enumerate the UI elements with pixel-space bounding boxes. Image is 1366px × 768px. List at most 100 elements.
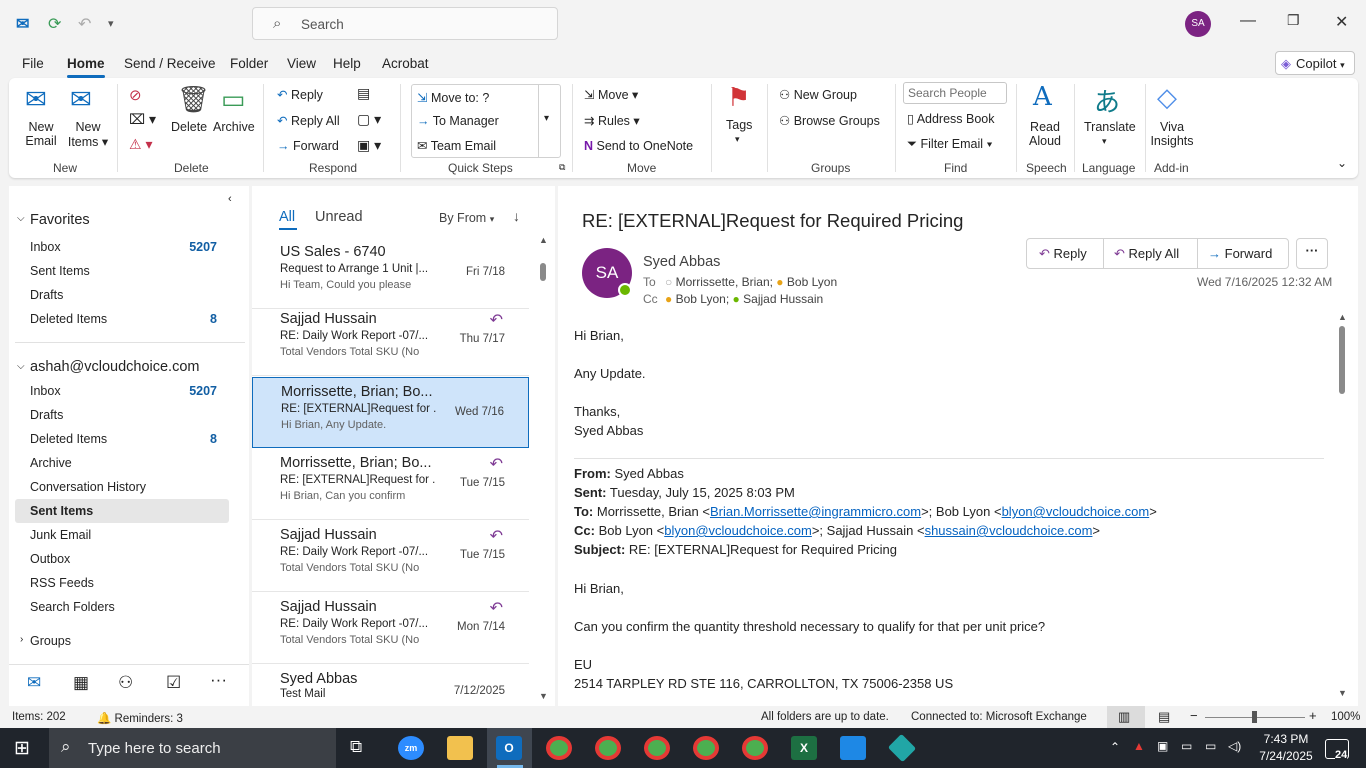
quick-step-to-manager[interactable]: → To Manager [417, 114, 499, 128]
account-avatar[interactable]: SA [1185, 11, 1211, 37]
new-email-button[interactable]: New Email [23, 120, 59, 148]
clock-date[interactable]: 7/24/2025 [1258, 749, 1314, 763]
new-group-button[interactable]: ⚇ New Group [779, 87, 857, 102]
reading-scrollbar[interactable]: ▲ ▼ [1336, 312, 1348, 702]
forward-button[interactable]: → Forward [277, 139, 339, 153]
reply-all-button[interactable]: ↶ Reply All [277, 113, 340, 128]
folder-inbox[interactable]: Inbox [30, 384, 61, 398]
folder-search-folders[interactable]: Search Folders [30, 600, 115, 614]
file-explorer-icon[interactable] [447, 736, 473, 760]
ribbon-collapse-icon[interactable]: ⌄ [1337, 156, 1347, 170]
taskbar-search[interactable]: ⌕ Type here to search [49, 728, 336, 768]
chrome-icon[interactable] [546, 736, 572, 760]
quick-step-move-to[interactable]: ⇲ Move to: ? [417, 90, 489, 105]
scroll-up-icon[interactable]: ▲ [1338, 312, 1347, 322]
acrobat-tray-icon[interactable]: ▲ [1133, 739, 1145, 753]
chrome-icon[interactable] [742, 736, 768, 760]
dialog-launcher-icon[interactable]: ⧉ [559, 162, 565, 173]
chevron-down-icon[interactable]: ⌵ [17, 213, 25, 224]
chevron-down-icon[interactable]: ⌵ [17, 361, 25, 372]
folder-deleted-items[interactable]: Deleted Items [30, 432, 107, 446]
windows-start-icon[interactable]: ⊞ [14, 737, 30, 760]
fav-inbox[interactable]: Inbox [30, 240, 61, 254]
quick-step-team-email[interactable]: ✉ Team Email [417, 138, 496, 153]
list-scrollbar[interactable]: ▲ ▼ [537, 235, 549, 705]
chrome-icon[interactable] [693, 736, 719, 760]
folder-drafts[interactable]: Drafts [30, 408, 63, 422]
sort-dropdown[interactable]: By From ▾ [439, 211, 494, 225]
message-item[interactable]: Morrissette, Brian; Bo... RE: [EXTERNAL]R… [252, 377, 529, 448]
forward-button[interactable]: → Forward [1197, 238, 1289, 269]
message-item[interactable]: Sajjad Hussain RE: Daily Work Report -07/… [252, 593, 529, 664]
fav-deleted-items[interactable]: Deleted Items [30, 312, 107, 326]
ignore-icon[interactable]: ⊘ [129, 86, 142, 104]
message-item[interactable]: Sajjad Hussain RE: Daily Work Report -07/… [252, 305, 529, 376]
chrome-icon[interactable] [644, 736, 670, 760]
menu-send-receive[interactable]: Send / Receive [124, 56, 216, 71]
copilot-button[interactable]: ◈ Copilot ▾ [1275, 51, 1355, 75]
groups-header[interactable]: Groups [30, 634, 71, 648]
translate-button[interactable]: Translate [1084, 120, 1136, 134]
message-item[interactable]: US Sales - 6740 Request to Arrange 1 Unit… [252, 238, 529, 309]
folder-junk-email[interactable]: Junk Email [30, 528, 91, 542]
calculator-icon[interactable] [840, 736, 866, 760]
excel-icon[interactable]: X [791, 736, 817, 760]
search-people-input[interactable]: Search People [903, 82, 1007, 104]
menu-folder[interactable]: Folder [230, 56, 268, 71]
outlook-taskbar-icon[interactable]: O [496, 736, 522, 760]
minimize-icon[interactable]: — [1240, 12, 1256, 30]
reading-view-icon[interactable]: ▤ [1158, 709, 1170, 725]
recipient[interactable]: Morrissette, Brian; [676, 275, 773, 289]
sync-icon[interactable]: ⟳ [48, 14, 61, 34]
folder-conversation-history[interactable]: Conversation History [30, 480, 146, 494]
zoom-out-icon[interactable]: − [1190, 708, 1198, 723]
email-link[interactable]: Brian.Morrissette@ingrammicro.com [710, 504, 921, 519]
meeting-icon[interactable]: ▤ [357, 85, 370, 102]
move-button[interactable]: ⇲ Move ▾ [584, 87, 638, 102]
more-apps-icon[interactable]: ··· [210, 670, 227, 690]
recipient[interactable]: Bob Lyon [787, 275, 837, 289]
collapse-pane-icon[interactable]: ‹ [228, 193, 232, 205]
scroll-down-icon[interactable]: ▼ [539, 691, 548, 701]
maximize-icon[interactable]: ❐ [1287, 12, 1300, 29]
undo-icon[interactable]: ↶ [78, 14, 91, 34]
zoom-slider-thumb[interactable] [1252, 711, 1257, 723]
scroll-thumb[interactable] [1339, 326, 1345, 394]
battery-icon[interactable]: ▭ [1181, 739, 1192, 753]
fav-sent-items[interactable]: Sent Items [30, 264, 90, 278]
reply-button[interactable]: ↶ Reply [1026, 238, 1104, 269]
scroll-up-icon[interactable]: ▲ [539, 235, 548, 245]
calendar-nav-icon[interactable]: ▦ [73, 673, 89, 693]
tags-button[interactable]: Tags [726, 118, 752, 132]
message-item[interactable]: Syed Abbas Test Mail 7/12/2025 [252, 665, 529, 706]
more-actions-button[interactable]: ··· [1296, 238, 1328, 269]
favorites-header[interactable]: Favorites [30, 212, 90, 228]
recipient[interactable]: Bob Lyon; [676, 292, 730, 306]
junk-icon[interactable]: ⚠ ▾ [129, 136, 152, 153]
tasks-nav-icon[interactable]: ☑ [166, 673, 181, 693]
gallery-expand-icon[interactable]: ▾ [544, 113, 549, 124]
close-icon[interactable]: ✕ [1335, 12, 1348, 32]
menu-acrobat[interactable]: Acrobat [382, 56, 429, 71]
tray-icon[interactable]: ▣ [1157, 739, 1168, 753]
email-link[interactable]: shussain@vcloudchoice.com [925, 523, 1093, 538]
show-hidden-icons[interactable]: ⌃ [1110, 740, 1120, 754]
rules-button[interactable]: ⇉ Rules ▾ [584, 113, 640, 128]
read-aloud-button[interactable]: Read Aloud [1025, 120, 1065, 148]
tab-all[interactable]: All [279, 209, 295, 225]
filter-email-button[interactable]: ⏷ Filter Email ▾ [907, 137, 993, 152]
message-item[interactable]: Morrissette, Brian; Bo... RE: [EXTERNAL]R… [252, 449, 529, 520]
scroll-down-icon[interactable]: ▼ [1338, 688, 1347, 698]
browse-groups-button[interactable]: ⚇ Browse Groups [779, 113, 880, 128]
folder-outbox[interactable]: Outbox [30, 552, 70, 566]
new-items-button[interactable]: New Items ▾ [67, 120, 109, 149]
archive-button[interactable]: Archive [213, 120, 255, 134]
menu-home[interactable]: Home [67, 56, 105, 78]
delete-button[interactable]: Delete [171, 120, 207, 134]
zoom-level[interactable]: 100% [1331, 711, 1360, 723]
reminders-status[interactable]: 🔔 Reminders: 3 [97, 711, 183, 725]
customize-toolbar-icon[interactable]: ▾ [108, 17, 114, 30]
viva-insights-button[interactable]: Viva Insights [1149, 120, 1195, 148]
normal-view-button[interactable]: ▥ [1107, 706, 1145, 728]
email-link[interactable]: blyon@vcloudchoice.com [664, 523, 812, 538]
